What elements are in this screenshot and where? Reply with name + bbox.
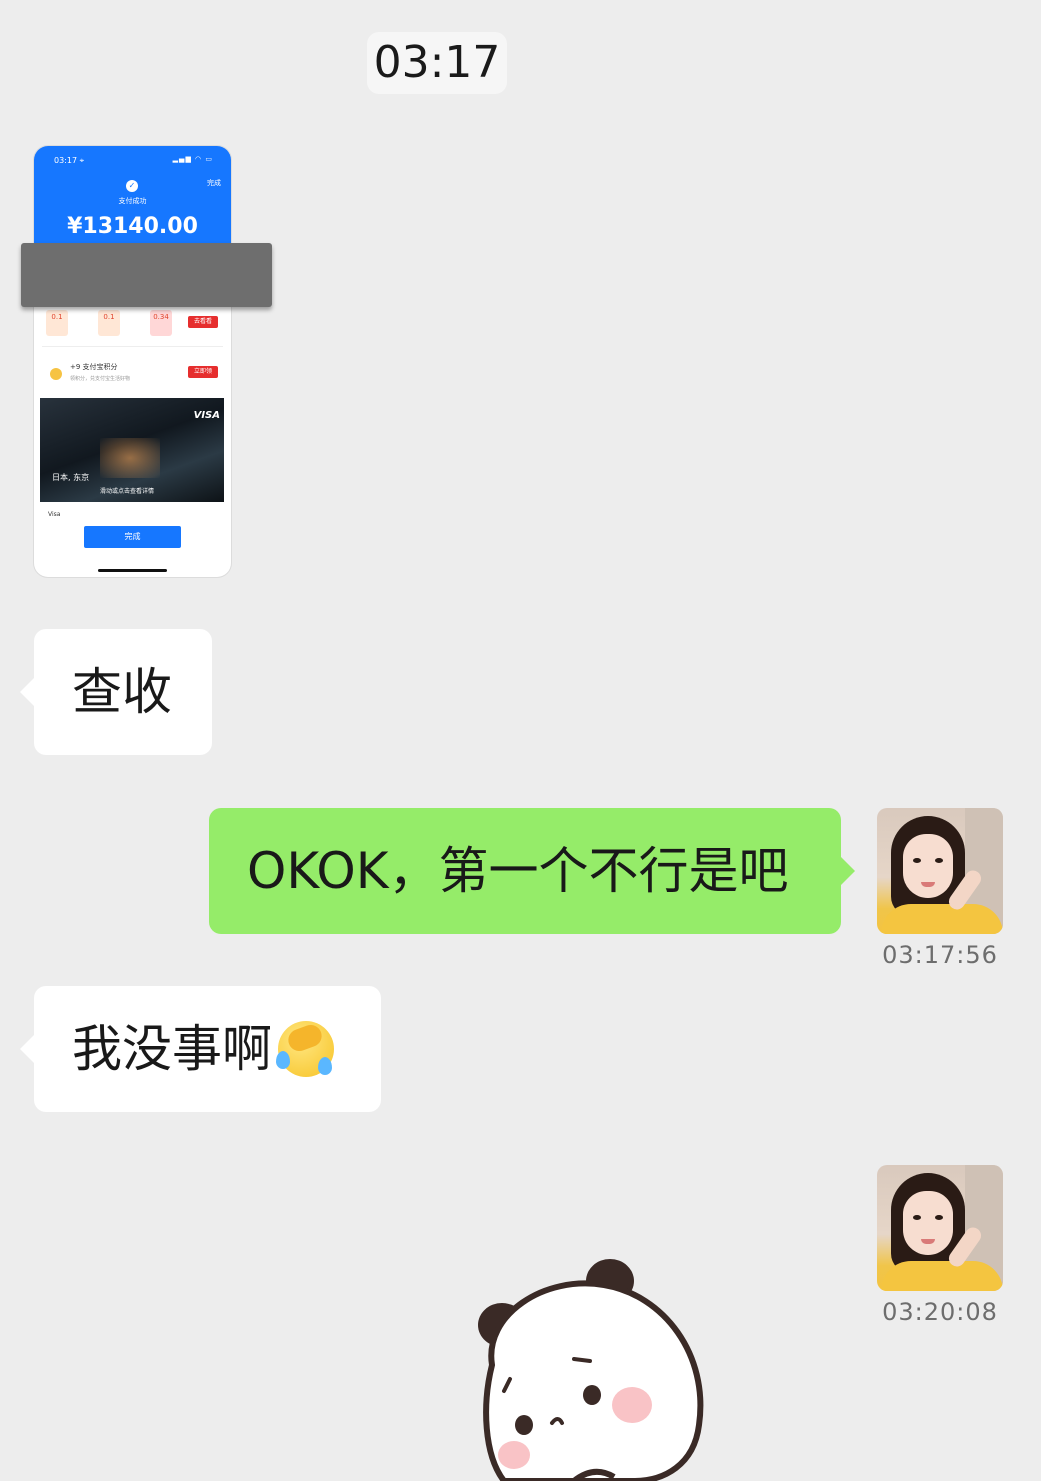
message-bubble-sent[interactable]: OKOK，第一个不行是吧 <box>209 808 855 934</box>
panda-sticker[interactable] <box>464 1255 714 1481</box>
message-bubble-received[interactable]: 查收 <box>20 629 212 755</box>
avatar-sweater <box>881 904 1003 934</box>
coupon-row: 0.1 0.1 0.34 去看看 <box>42 306 223 338</box>
panda-eye <box>515 1415 533 1435</box>
points-text: +9 支付宝积分 <box>70 363 118 371</box>
points-row: +9 支付宝积分 领积分，兑支付宝生活好物 <box>70 362 130 382</box>
promo-caption: 滑动或点击查看详情 <box>100 488 155 495</box>
claim-button: 立即领 <box>188 366 218 378</box>
panda-brow <box>572 1357 592 1363</box>
points-subtext: 领积分，兑支付宝生活好物 <box>70 376 131 382</box>
divider <box>42 346 223 347</box>
coupon-chip: 0.1 <box>46 310 68 336</box>
avatar[interactable] <box>877 1165 1003 1291</box>
avatar-face <box>903 1191 953 1255</box>
done-button: 完成 <box>84 526 181 548</box>
message-text: 我没事啊 <box>72 1020 272 1078</box>
message-text: 查收 <box>72 663 172 721</box>
avatar-eye <box>935 858 943 863</box>
payment-success-text: 支付成功 <box>118 197 147 205</box>
payment-amount: ¥13140.00 <box>67 214 198 239</box>
status-icons: ▂▄▆ ◠ ▭ <box>172 155 213 163</box>
home-indicator <box>98 569 167 572</box>
time-divider: 03:17 <box>367 32 507 94</box>
message-timestamp: 03:17:56 <box>882 941 998 969</box>
check-icon: ✓ <box>126 180 138 192</box>
coupon-chip: 0.1 <box>98 310 120 336</box>
promo-city: 日本, 东京 <box>52 473 90 482</box>
coupon-chip: 0.34 <box>150 310 172 336</box>
message-timestamp: 03:20:08 <box>882 1298 998 1326</box>
go-see-button: 去看看 <box>188 316 218 328</box>
redaction-bar <box>21 243 272 307</box>
avatar-eye <box>935 1215 943 1220</box>
coin-icon <box>50 368 62 380</box>
avatar-eye <box>913 858 921 863</box>
panda-cheek <box>498 1441 530 1469</box>
visa-logo: VISA <box>193 410 220 421</box>
emoji-tear <box>318 1056 332 1075</box>
status-time: 03:17 ⌖ <box>54 156 85 165</box>
city-lights <box>100 438 160 478</box>
message-bubble-received[interactable]: 我没事啊 <box>20 986 381 1112</box>
emoji-tear <box>276 1050 290 1069</box>
laughing-crying-emoji-icon <box>276 1020 334 1077</box>
avatar-eye <box>913 1215 921 1220</box>
promo-banner: VISA 日本, 东京 滑动或点击查看详情 <box>40 398 224 502</box>
avatar[interactable] <box>877 808 1003 934</box>
payment-success-header: 03:17 ⌖ ▂▄▆ ◠ ▭ 完成 ✓ 支付成功 ¥13140.00 <box>34 146 231 246</box>
message-text: OKOK，第一个不行是吧 <box>247 842 789 900</box>
payment-screenshot-image[interactable]: 03:17 ⌖ ▂▄▆ ◠ ▭ 完成 ✓ 支付成功 ¥13140.00 0.1 … <box>34 146 231 577</box>
panda-cheek <box>612 1387 652 1423</box>
avatar-face <box>903 834 953 898</box>
avatar-sweater <box>881 1261 1003 1291</box>
visa-row: Visa <box>48 511 61 518</box>
panda-eye <box>583 1385 601 1405</box>
done-link: 完成 <box>207 179 221 187</box>
